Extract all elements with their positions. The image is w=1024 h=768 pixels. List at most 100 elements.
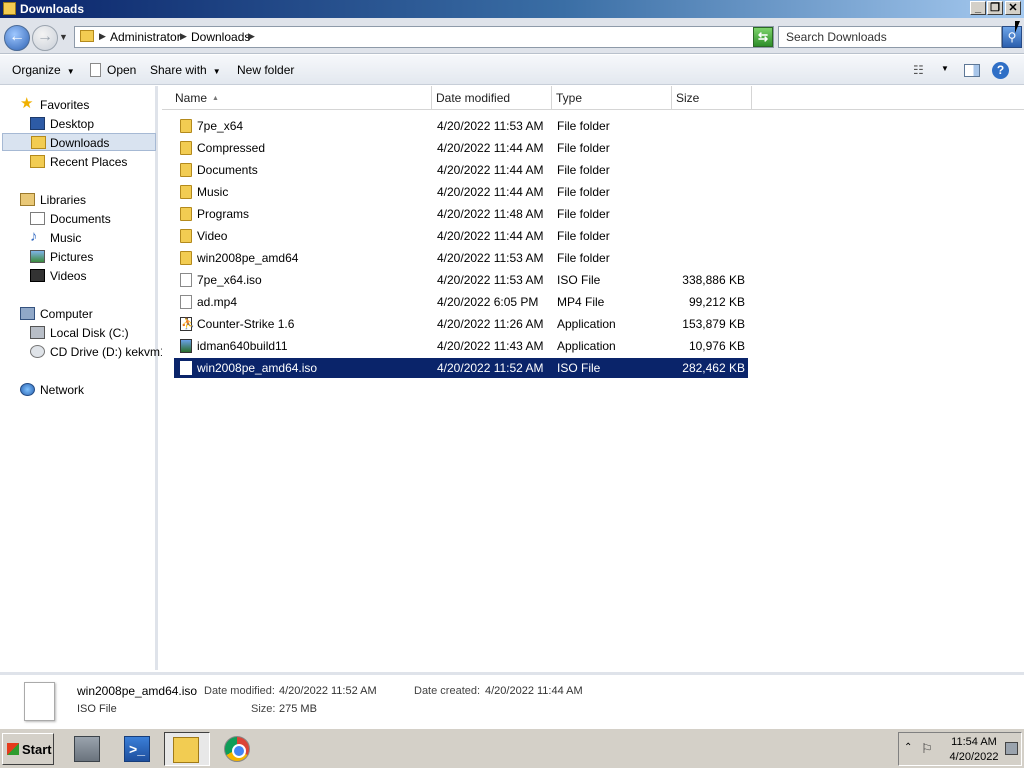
hard-disk-icon <box>30 326 45 339</box>
window-title-bar[interactable]: Downloads _ ❐ ✕ <box>0 0 1024 18</box>
file-type: File folder <box>557 207 610 221</box>
file-row[interactable]: 7pe_x64 4/20/2022 11:53 AM File folder <box>174 116 748 136</box>
file-size: 338,886 KB <box>682 273 745 287</box>
counter-strike-icon: ⛹ <box>180 317 195 331</box>
taskbar-chrome[interactable] <box>216 732 256 766</box>
chevron-right-icon[interactable]: ▶ <box>180 31 187 42</box>
folder-icon <box>180 207 192 221</box>
file-row[interactable]: 7pe_x64.iso 4/20/2022 11:53 AM ISO File 338… <box>174 270 748 290</box>
mouse-cursor <box>1015 21 1020 33</box>
organize-label: Organize <box>12 63 61 77</box>
nav-label: Pictures <box>50 250 94 264</box>
chevron-right-icon[interactable]: ▶ <box>248 31 255 42</box>
document-icon <box>90 63 101 77</box>
chevron-down-icon[interactable]: ▼ <box>941 64 949 73</box>
restore-button[interactable]: ❐ <box>987 1 1003 15</box>
file-row[interactable]: ⛹ Counter-Strike 1.6 4/20/2022 11:26 AM App… <box>174 314 748 334</box>
nav-downloads[interactable]: Downloads <box>2 133 156 151</box>
clock-time[interactable]: 11:54 AM <box>949 736 999 748</box>
chevron-right-icon[interactable]: ▶ <box>99 31 106 42</box>
taskbar-powershell[interactable]: >_ <box>116 732 156 766</box>
file-name: win2008pe_amd64 <box>197 251 299 265</box>
show-hidden-icons-icon[interactable]: ⌃ <box>904 742 912 753</box>
column-label: Date modified <box>436 91 511 105</box>
file-list: 7pe_x64 4/20/2022 11:53 AM File folder Comp… <box>162 110 1024 670</box>
navigation-pane: ★ Favorites Desktop Downloads Recent Plac… <box>0 86 167 670</box>
preview-pane-icon[interactable] <box>964 64 980 77</box>
breadcrumb-administrator[interactable]: Administrator <box>110 30 181 44</box>
sort-ascending-icon: ▲ <box>212 95 219 102</box>
back-button[interactable]: ← <box>4 25 30 51</box>
window-title: Downloads <box>20 2 85 16</box>
column-label: Type <box>556 91 583 105</box>
explorer-icon <box>173 737 199 763</box>
details-size: 275 MB <box>279 703 317 715</box>
file-type: ISO File <box>557 361 601 375</box>
refresh-button[interactable]: ⇆ <box>753 27 773 47</box>
start-button[interactable]: Start <box>2 733 54 765</box>
nav-label: CD Drive (D:) kekvm1 <box>50 345 167 359</box>
breadcrumb-downloads[interactable]: Downloads <box>191 30 250 44</box>
address-bar-area: ← → ▼ ▶ Administrator ▶ Downloads ▶ ▼ ⇆ … <box>0 18 1024 54</box>
taskbar-explorer[interactable] <box>164 732 210 766</box>
search-input[interactable]: Search Downloads <box>778 26 1002 48</box>
folder-icon <box>180 185 192 199</box>
details-date-created-label: Date created: <box>414 685 481 697</box>
organize-button[interactable]: Organize ▼ <box>12 63 75 77</box>
open-label: Open <box>107 63 137 77</box>
nav-label: Music <box>50 231 82 245</box>
file-date-modified: 4/20/2022 11:48 AM <box>437 207 544 221</box>
change-view-icon[interactable]: ☷ <box>913 63 924 77</box>
file-name: Compressed <box>197 141 266 155</box>
file-row[interactable]: Video 4/20/2022 11:44 AM File folder <box>174 226 748 246</box>
start-label: Start <box>22 742 52 757</box>
file-row[interactable]: Programs 4/20/2022 11:48 AM File folder <box>174 204 748 224</box>
nav-label: Local Disk (C:) <box>50 326 129 340</box>
file-row[interactable]: win2008pe_amd64 4/20/2022 11:53 AM File fo… <box>174 248 748 268</box>
file-name: Music <box>197 185 229 199</box>
address-box[interactable]: ▶ Administrator ▶ Downloads ▶ ▼ <box>74 26 816 48</box>
clock-date[interactable]: 4/20/2022 <box>947 751 1001 763</box>
recent-pages-dropdown[interactable]: ▼ <box>59 32 68 42</box>
help-icon[interactable]: ? <box>992 62 1009 79</box>
taskbar-server-manager[interactable] <box>66 732 106 766</box>
file-name: idman640build11 <box>197 339 288 353</box>
pictures-icon <box>30 250 45 263</box>
new-folder-button[interactable]: New folder <box>237 63 294 77</box>
application-icon <box>180 339 192 353</box>
nav-label: Downloads <box>50 136 110 150</box>
share-with-button[interactable]: Share with ▼ <box>150 63 221 77</box>
file-row[interactable]: Music 4/20/2022 11:44 AM File folder <box>174 182 748 202</box>
folder-icon <box>80 30 94 42</box>
file-type: Application <box>557 339 616 353</box>
file-name: Counter-Strike 1.6 <box>197 317 295 331</box>
file-row[interactable]: Compressed 4/20/2022 11:44 AM File folder <box>174 138 748 158</box>
file-date-modified: 4/20/2022 11:44 AM <box>437 141 544 155</box>
folder-icon <box>180 163 192 177</box>
column-name[interactable]: Name ▲ <box>170 86 432 109</box>
nav-label: Desktop <box>50 117 95 131</box>
file-type: File folder <box>557 141 610 155</box>
column-date-modified[interactable]: Date modified <box>432 86 552 109</box>
nav-label: Recent Places <box>50 155 128 169</box>
file-row[interactable]: ad.mp4 4/20/2022 6:05 PM MP4 File 99,212 KB <box>174 292 748 312</box>
file-row[interactable]: win2008pe_amd64.iso 4/20/2022 11:52 AM ISO… <box>174 358 748 378</box>
minimize-button[interactable]: _ <box>970 1 986 15</box>
details-pane: win2008pe_amd64.iso ISO File Date modifi… <box>0 672 1024 726</box>
file-row[interactable]: idman640build11 4/20/2022 11:43 AM Applica… <box>174 336 748 356</box>
file-row[interactable]: Documents 4/20/2022 11:44 AM File folder <box>174 160 748 180</box>
file-size: 99,212 KB <box>688 295 745 309</box>
videos-icon <box>30 269 45 282</box>
desktop-icon <box>30 117 45 130</box>
column-size[interactable]: Size <box>672 86 752 109</box>
action-center-flag-icon[interactable]: ⚐ <box>921 741 933 757</box>
details-file-type: ISO File <box>77 703 117 715</box>
folder-icon <box>180 229 192 243</box>
folder-icon <box>180 141 192 155</box>
column-type[interactable]: Type <box>552 86 672 109</box>
forward-button[interactable]: → <box>32 25 58 51</box>
file-name: Programs <box>197 207 250 221</box>
open-button[interactable]: Open <box>90 63 136 77</box>
close-button[interactable]: ✕ <box>1005 1 1021 15</box>
network-status-icon[interactable] <box>1005 742 1018 755</box>
